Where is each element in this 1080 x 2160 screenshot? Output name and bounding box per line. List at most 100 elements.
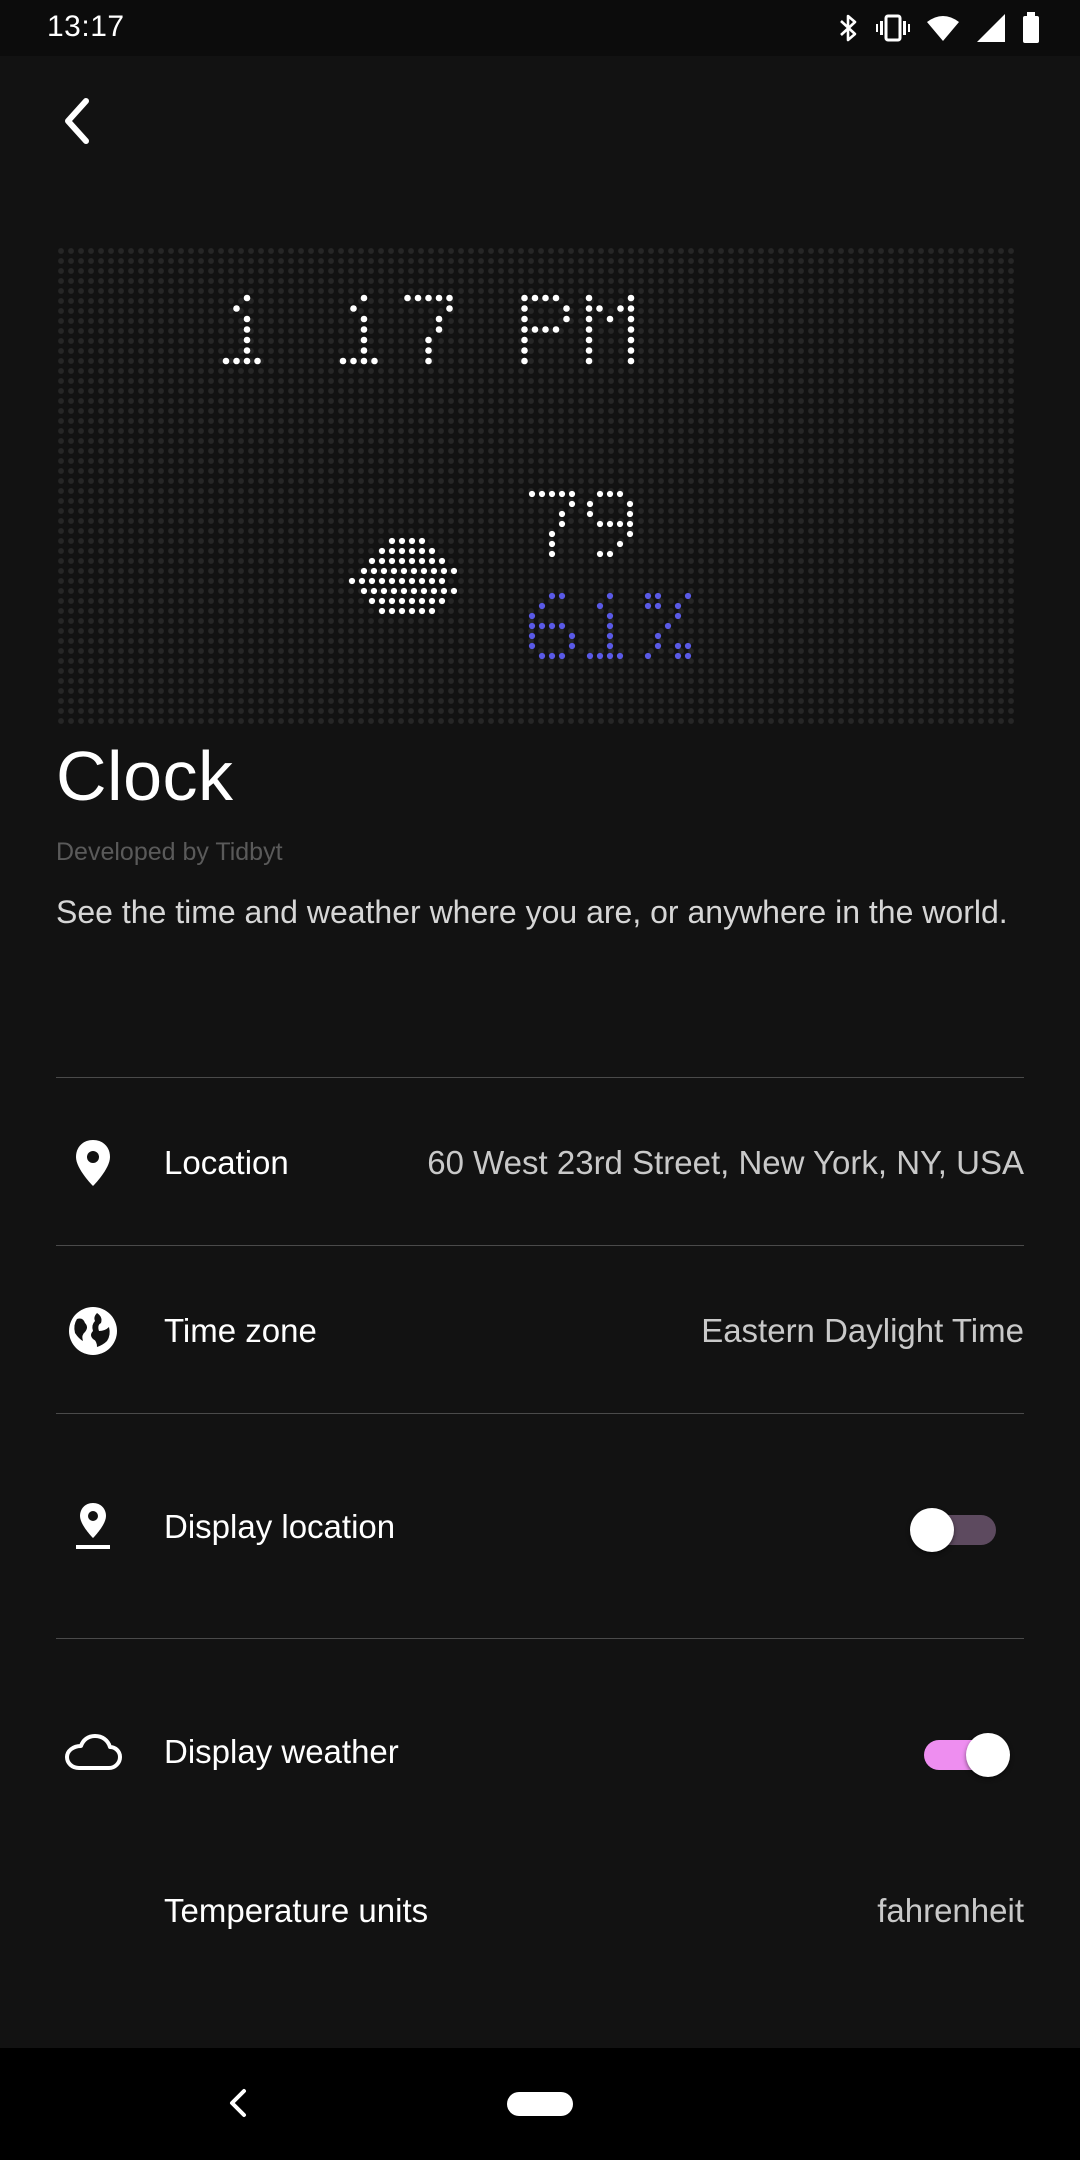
chevron-left-icon: [65, 98, 89, 144]
led-text-dot: [558, 652, 566, 660]
display-weather-toggle[interactable]: [914, 1725, 1010, 1777]
led-text-dot: [674, 602, 682, 610]
led-text-dot: [254, 357, 261, 365]
led-text-dot: [558, 592, 566, 600]
led-text-dot: [644, 592, 652, 600]
led-text-dot: [568, 642, 576, 650]
led-text-dot: [626, 510, 634, 518]
led-text-dot: [548, 540, 556, 548]
led-text-dot: [446, 305, 453, 312]
back-button[interactable]: [46, 86, 106, 156]
cloud-icon-dot: [378, 547, 386, 555]
cloud-icon-dot: [378, 577, 386, 585]
led-text-dot: [684, 642, 692, 650]
cloud-outline-icon: [56, 1722, 130, 1782]
led-text-dot: [425, 347, 432, 354]
cloud-icon-dot: [430, 567, 438, 575]
led-text-dot: [674, 642, 682, 650]
status-bar: 13:17: [0, 0, 1080, 56]
led-text-dot: [243, 315, 251, 323]
led-text-dot: [596, 550, 604, 558]
led-text-dot: [627, 326, 635, 333]
led-text-dot: [360, 315, 368, 323]
cloud-icon-dot: [408, 597, 416, 605]
led-text-dot: [425, 357, 432, 365]
led-text-dot: [654, 632, 662, 640]
cloud-icon-dot: [388, 597, 396, 605]
cloud-icon-dot: [438, 597, 446, 605]
led-text-dot: [626, 500, 634, 508]
cloud-icon-dot: [428, 577, 436, 585]
cloud-icon-dot: [428, 607, 436, 615]
toggle-thumb: [966, 1733, 1010, 1777]
location-row[interactable]: Location 60 West 23rd Street, New York, …: [56, 1130, 1024, 1196]
led-text-dot: [585, 294, 593, 302]
temperature-units-label: Temperature units: [164, 1892, 429, 1929]
cloud-icon-dot: [408, 577, 416, 585]
led-text-dot: [585, 347, 593, 354]
temperature-units-row[interactable]: Temperature units fahrenheit: [56, 1878, 1024, 1944]
cloud-icon-dot: [408, 557, 416, 565]
led-text-dot: [558, 490, 566, 498]
cloud-icon-dot: [398, 547, 406, 555]
nav-back-button[interactable]: [218, 2078, 258, 2128]
cloud-icon-dot: [388, 607, 396, 615]
cloud-icon-dot: [400, 567, 408, 575]
cloud-icon-dot: [370, 567, 378, 575]
display-location-toggle[interactable]: [910, 1500, 998, 1552]
cloud-icon-dot: [418, 537, 426, 545]
cloud-icon-dot: [398, 597, 406, 605]
led-text-dot: [339, 357, 347, 365]
toggle-thumb: [910, 1508, 954, 1552]
led-text-dot: [425, 294, 432, 302]
led-text-dot: [521, 294, 528, 302]
display-weather-row[interactable]: Display weather: [56, 1719, 1024, 1785]
led-text-dot: [616, 652, 624, 660]
led-text-dot: [684, 652, 692, 660]
home-pill-icon[interactable]: [507, 2092, 573, 2116]
app-description: See the time and weather where you are, …: [56, 894, 1008, 930]
led-text-dot: [360, 357, 368, 365]
led-text-dot: [626, 530, 634, 538]
navigation-bar: [0, 2048, 1080, 2160]
cloud-icon-dot: [398, 607, 406, 615]
cloud-icon-dot: [390, 587, 398, 595]
led-text-dot: [585, 326, 593, 333]
cloud-icon-dot: [368, 597, 376, 605]
led-text-dot: [360, 336, 368, 344]
developer-credit: Developed by Tidbyt: [56, 838, 283, 866]
led-text-dot: [626, 520, 634, 528]
led-text-dot: [371, 357, 378, 365]
led-text-dot: [606, 592, 614, 600]
led-text-dot: [585, 315, 593, 323]
led-text-dot: [596, 652, 604, 660]
vibrate-icon: [876, 14, 910, 42]
time-zone-value: Eastern Daylight Time: [701, 1312, 1024, 1349]
screen: 13:17 Clock Developed by Tidbyt See the …: [0, 0, 1080, 2160]
led-text-dot: [360, 326, 368, 333]
led-text-dot: [586, 510, 594, 518]
cloud-icon-dot: [438, 577, 446, 585]
led-text-dot: [222, 357, 230, 365]
led-text-dot: [627, 336, 635, 344]
led-text-dot: [548, 652, 556, 660]
led-text-dot: [521, 315, 528, 323]
pin-on-line-icon: [56, 1497, 130, 1557]
led-text-dot: [538, 652, 546, 660]
led-text-dot: [350, 305, 357, 312]
led-text-dot: [586, 652, 594, 660]
display-location-row[interactable]: Display location: [56, 1494, 1024, 1560]
led-text-dot: [563, 305, 570, 312]
time-zone-row[interactable]: Time zone Eastern Daylight Time: [56, 1298, 1024, 1364]
led-text-dot: [548, 550, 556, 558]
cloud-icon-dot: [358, 577, 366, 585]
app-title: Clock: [56, 737, 234, 815]
led-text-dot: [360, 294, 368, 302]
led-text-dot: [606, 622, 614, 630]
led-text-dot: [243, 294, 251, 302]
cloud-icon-dot: [438, 557, 446, 565]
led-text-dot: [521, 347, 528, 354]
led-text-dot: [606, 632, 614, 640]
cloud-icon-dot: [410, 587, 418, 595]
led-text-dot: [528, 632, 536, 640]
